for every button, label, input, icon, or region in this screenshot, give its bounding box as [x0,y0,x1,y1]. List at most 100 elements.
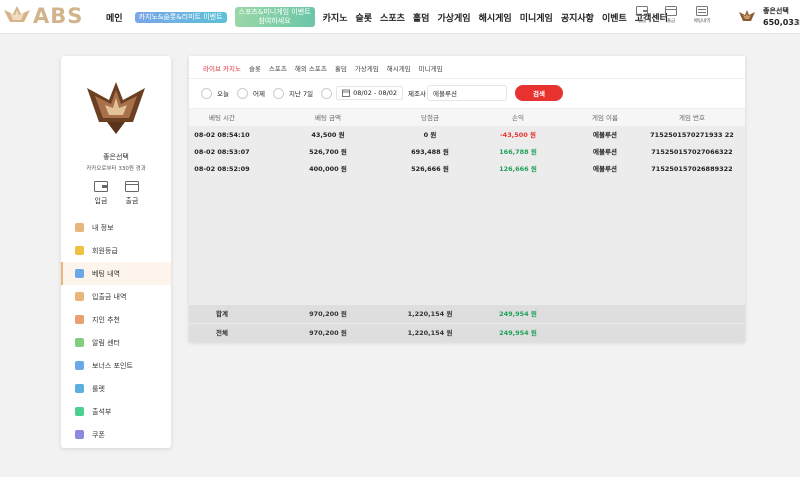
column-header: 베팅 시간 [209,114,235,122]
notification-icon [75,338,84,347]
filter-last7-radio[interactable]: 지난 7일 [272,87,313,99]
nav-home[interactable]: 메인 [106,11,123,24]
sidebar-item-label: 알림 센터 [92,338,120,347]
sidebar-item-referral[interactable]: 지인 추천 [61,308,171,331]
wallet-icon [636,6,648,16]
cell-time: 08-02 08:54:10 [194,131,250,139]
nav-notice[interactable]: 공지사항 [561,11,594,24]
chevron-icon: ◎ [795,18,800,26]
filter-range-radio[interactable] [321,87,333,99]
footer-profit: 249,954 원 [499,329,537,337]
sidebar-item-label: 출석부 [92,407,112,416]
sidebar-item-label: 지인 추천 [92,315,120,324]
header-deposit-button[interactable]: 입금 [631,6,653,28]
sidebar-deposit-button[interactable]: 입금 [89,181,113,206]
radio-circle-icon [201,87,212,99]
tab-7[interactable]: 미니게임 [419,63,443,79]
nav-promo-casino-event[interactable]: 카지노&슬롯&리미트 이벤트 [134,11,227,23]
bet-history-panel: 라이브 카지노 슬롯 스포츠 해외 스포츠 홀덤 가상게임 해시게임 미니게임 오늘 어제 지… [189,56,745,342]
calendar-icon [342,89,350,97]
cell-game: 에볼루션 [593,131,617,139]
footer-bet: 970,200 원 [309,310,347,318]
table-footer-row: 전체 970,200 원 1,220,154 원 249,954 원 [189,324,745,342]
header-bet-history-button[interactable]: 베팅내역 [691,6,713,28]
filter-yesterday-label: 어제 [252,90,265,98]
sidebar-withdraw-label: 출금 [125,197,139,205]
sidebar-item-label: 룰렛 [92,384,105,393]
tab-5[interactable]: 가상게임 [355,63,379,79]
promo-sports-sub: 참여하세요 [258,17,291,25]
tab-4[interactable]: 홀덤 [335,63,347,79]
sidebar-item-bonus-point[interactable]: 보너스 포인트 [61,354,171,377]
logo-text: ABS [33,4,84,28]
search-button[interactable]: 검색 [515,85,563,101]
nav-slot[interactable]: 슬롯 [355,11,372,24]
table-row[interactable]: 08-02 08:53:07 526,700 원 693,488 원 166,788 … [189,143,745,161]
sidebar-item-label: 보너스 포인트 [92,361,133,370]
tab-2[interactable]: 스포츠 [269,63,287,79]
referral-icon [75,315,84,324]
nav-holdem[interactable]: 홀덤 [413,11,430,24]
sidebar-item-notification[interactable]: 알림 센터 [61,331,171,354]
filter-yesterday-radio[interactable]: 어제 [236,87,265,99]
sidebar-item-profile[interactable]: 내 정보 [61,216,171,239]
nav-virtual[interactable]: 가상게임 [437,11,470,24]
cell-time: 08-02 08:52:09 [194,165,250,173]
table-footer-row: 합계 970,200 원 1,220,154 원 249,954 원 [189,305,745,323]
cell-bet: 43,500 원 [311,131,345,139]
date-range-picker[interactable]: 08/02 - 08/02 [336,86,404,100]
footer-win: 1,220,154 원 [407,310,453,318]
card-icon [665,6,677,16]
nav-sports[interactable]: 스포츠 [380,11,405,24]
rank-emblem-large-icon [87,82,145,134]
table-row[interactable]: 08-02 08:54:10 43,500 원 0 원 -43,500 원 에볼루션 71… [189,126,745,144]
column-header: 게임 이름 [592,114,618,122]
sidebar-item-grade[interactable]: 회원등급 [61,239,171,262]
column-header: 베팅 금액 [315,114,341,122]
sidebar-item-label: 회원등급 [92,246,118,255]
site-logo[interactable]: ABS [2,3,83,29]
grade-icon [75,246,84,255]
top-header: ABS 메인 카지노&슬롯&리미트 이벤트 스포츠&미니게임 이벤트 참여하세요… [0,0,800,34]
user-name: 좋은선택 [763,7,789,15]
filter-today-radio[interactable]: 오늘 [201,87,229,99]
cell-time: 08-02 08:53:07 [194,148,250,156]
table-row[interactable]: 08-02 08:52:09 400,000 원 526,666 원 126,666 … [189,160,745,178]
nav-promo-sports-event[interactable]: 스포츠&미니게임 이벤트 참여하세요 [234,7,315,27]
sidebar-item-attendance[interactable]: 출석부 [61,400,171,423]
nav-hash[interactable]: 해시게임 [479,11,512,24]
sidebar-item-label: 베팅 내역 [92,269,120,278]
radio-circle-icon [272,87,284,99]
sidebar-item-bet-history[interactable]: 베팅 내역 [61,262,171,285]
sidebar-item-label: 입출금 내역 [92,292,127,301]
header-withdraw-button[interactable]: 출금 [660,6,682,28]
sidebar-withdraw-button[interactable]: 출금 [120,181,144,206]
bonus-point-icon [75,361,84,370]
nav-mini[interactable]: 미니게임 [520,11,553,24]
tab-0[interactable]: 라이브 카지노 [203,63,241,79]
sidebar-deposit-label: 입금 [94,197,108,205]
sidebar-item-coupon[interactable]: 쿠폰 [61,423,171,446]
tab-3[interactable]: 해외 스포츠 [295,63,327,79]
tab-6[interactable]: 해시게임 [387,63,411,79]
nav-casino[interactable]: 카지노 [323,11,348,24]
radio-circle-icon [236,87,248,99]
transaction-icon [75,292,84,301]
user-box[interactable]: 좋은선택 650,033 ◎ [738,4,800,30]
cell-profit: 126,666 원 [499,165,537,173]
nav-event[interactable]: 이벤트 [602,11,627,24]
main-nav: 메인 카지노&슬롯&리미트 이벤트 스포츠&미니게임 이벤트 참여하세요 카지노… [106,0,676,34]
sidebar-item-transaction[interactable]: 입출금 내역 [61,285,171,308]
column-header: 당첨금 [421,114,439,122]
bet-history-table: 베팅 시간 베팅 금액 당첨금 손익 게임 이름 게임 번호 08-02 08:54:10… [189,108,745,342]
cell-profit: -43,500 원 [499,131,537,139]
sidebar-item-label: 내 정보 [92,223,114,232]
tab-1[interactable]: 슬롯 [249,63,261,79]
sidebar-item-roulette[interactable]: 룰렛 [61,377,171,400]
header-deposit-label: 입금 [637,19,647,24]
provider-input[interactable] [427,85,507,101]
cell-win: 0 원 [423,131,437,139]
account-sidebar: 좋은선택 카카오로부터 330원 경과 입금 출금 내 정보 회원등급 베팅 내역 입… [61,56,171,448]
footer-label: 합계 [216,310,228,318]
cell-game: 에볼루션 [593,165,617,173]
